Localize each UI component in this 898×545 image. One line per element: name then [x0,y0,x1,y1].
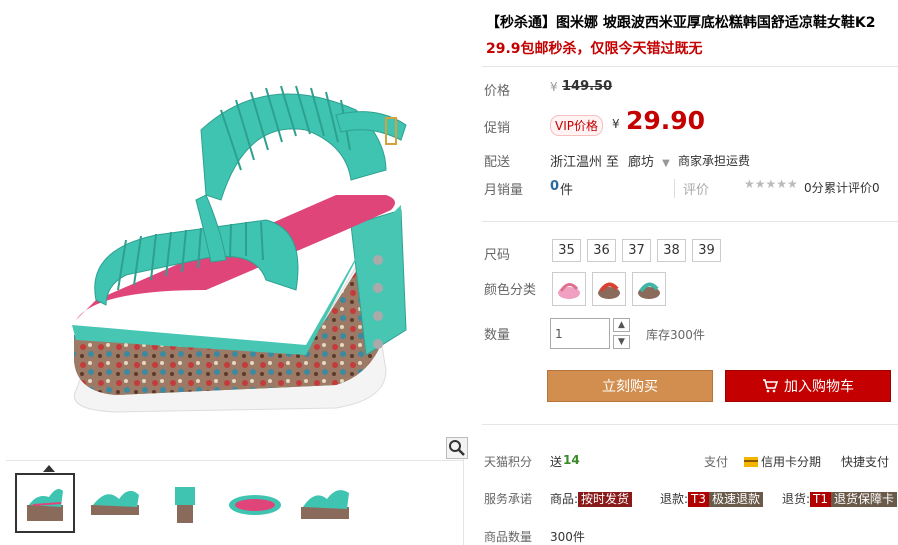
thumbnail-3[interactable] [155,473,215,533]
service-refund-code: T3 [688,492,710,507]
service-return-code: T1 [810,492,832,507]
service-ontime-tag: 按时发货 [578,492,633,507]
product-subtitle: 29.9包邮秒杀，仅限今天错过既无 [486,41,703,57]
color-swatch-image [598,282,620,299]
service-refund-tag: 极速退款 [709,492,764,507]
service-ontime[interactable]: 商品: 按时发货 [550,490,633,507]
promo-label: 促销 [484,121,511,136]
vip-badge: VIP价格 [550,115,603,136]
ship-destination-select[interactable]: 廊坊 ▼ [628,151,670,170]
review-link[interactable]: 累计评价0 [824,179,880,196]
thumbnail-image [301,490,349,519]
color-swatch-image [638,282,660,299]
quantity-label: 数量 [484,328,511,343]
chevron-down-icon: ▼ [662,158,670,169]
thumbnail-image [229,495,281,515]
down-arrow-icon: ▼ [618,337,625,347]
original-currency: ¥ [550,80,558,94]
size-option-38[interactable]: 38 [657,239,686,262]
active-thumb-indicator [43,465,55,472]
ship-from: 浙江温州 [550,155,603,170]
size-option-37[interactable]: 37 [622,239,651,262]
size-option-35[interactable]: 35 [552,239,581,262]
size-option-39[interactable]: 39 [692,239,721,262]
zoom-icon [449,440,465,456]
points-value: 14 [563,453,580,467]
product-main-image[interactable] [6,0,464,458]
price-label: 价格 [484,84,511,99]
points-label: 天猫积分 [484,455,533,469]
buy-now-button[interactable]: 立刻购买 [547,370,713,402]
service-refund[interactable]: 退款: T3 极速退款 [660,490,764,507]
ship-to-word: 至 [606,155,620,170]
sales-label: 月销量 [484,183,524,198]
up-arrow-icon: ▲ [618,320,625,330]
shipping-fee: 商家承担运费 [678,154,751,168]
thumbnail-2[interactable] [85,473,145,533]
thumbnail-5[interactable] [295,473,355,533]
service-label: 服务承诺 [484,492,533,506]
quantity-increase[interactable]: ▲ [613,318,630,332]
size-label: 尺码 [484,248,511,263]
divider [482,66,898,67]
service-return-prefix: 退货: [782,492,811,506]
sales-unit: 件 [560,183,574,198]
service-return[interactable]: 退货: T1 退货保障卡 [782,490,898,507]
rating-score: 0分 [804,181,824,195]
original-price: 149.50 [562,79,613,94]
review-count: 0 [872,181,880,195]
service-refund-prefix: 退款: [660,492,689,506]
quick-pay[interactable]: 快捷支付 [841,453,889,470]
service-return-tag: 退货保障卡 [831,492,898,507]
credit-installment[interactable]: 信用卡分期 [744,453,821,470]
review-text: 累计评价 [824,181,873,195]
promo-currency: ¥ [612,117,620,131]
quantity-input[interactable] [550,318,610,349]
color-option-teal[interactable] [632,272,666,306]
thumbnail-image [27,489,63,521]
ship-destination: 廊坊 [628,155,655,170]
add-to-cart-button[interactable]: 加入购物车 [725,370,891,402]
quantity-decrease[interactable]: ▼ [613,335,630,349]
pay-label: 支付 [704,455,729,469]
stock-count: 库存300件 [646,328,705,342]
credit-label: 信用卡分期 [761,455,822,469]
thumbnail-image [175,487,195,523]
sandal-illustration [72,85,407,413]
promo-price: 29.90 [626,106,706,135]
product-info-panel: 【秒杀通】图米娜 坡跟波西米亚厚底松糕韩国舒适凉鞋女鞋K2 29.9包邮秒杀，仅… [482,0,898,545]
shipping-label: 配送 [484,155,511,170]
thumbnail-image [91,490,139,515]
color-swatch-image [558,283,580,299]
image-gallery [6,0,468,545]
size-option-36[interactable]: 36 [587,239,616,262]
credit-card-icon [744,457,758,467]
add-to-cart-label: 加入购物车 [784,379,854,395]
divider [482,221,898,222]
color-option-red[interactable] [592,272,626,306]
thumbnail-strip [6,460,464,545]
points-prefix: 送 [550,455,563,469]
stock-value: 300件 [550,530,585,544]
sales-count: 0 [550,179,560,194]
color-option-pink[interactable] [552,272,586,306]
divider [482,424,898,425]
thumbnail-4[interactable] [225,473,285,533]
service-ontime-prefix: 商品: [550,492,579,506]
rating-stars: ★★★★★ [744,177,798,191]
cart-icon [763,379,779,393]
product-title: 【秒杀通】图米娜 坡跟波西米亚厚底松糕韩国舒适凉鞋女鞋K2 [486,15,876,31]
color-label: 颜色分类 [484,283,537,298]
rating-label: 评价 [674,179,709,198]
thumbnail-1[interactable] [15,473,75,533]
zoom-button[interactable] [446,437,468,459]
stock-label: 商品数量 [484,530,533,544]
